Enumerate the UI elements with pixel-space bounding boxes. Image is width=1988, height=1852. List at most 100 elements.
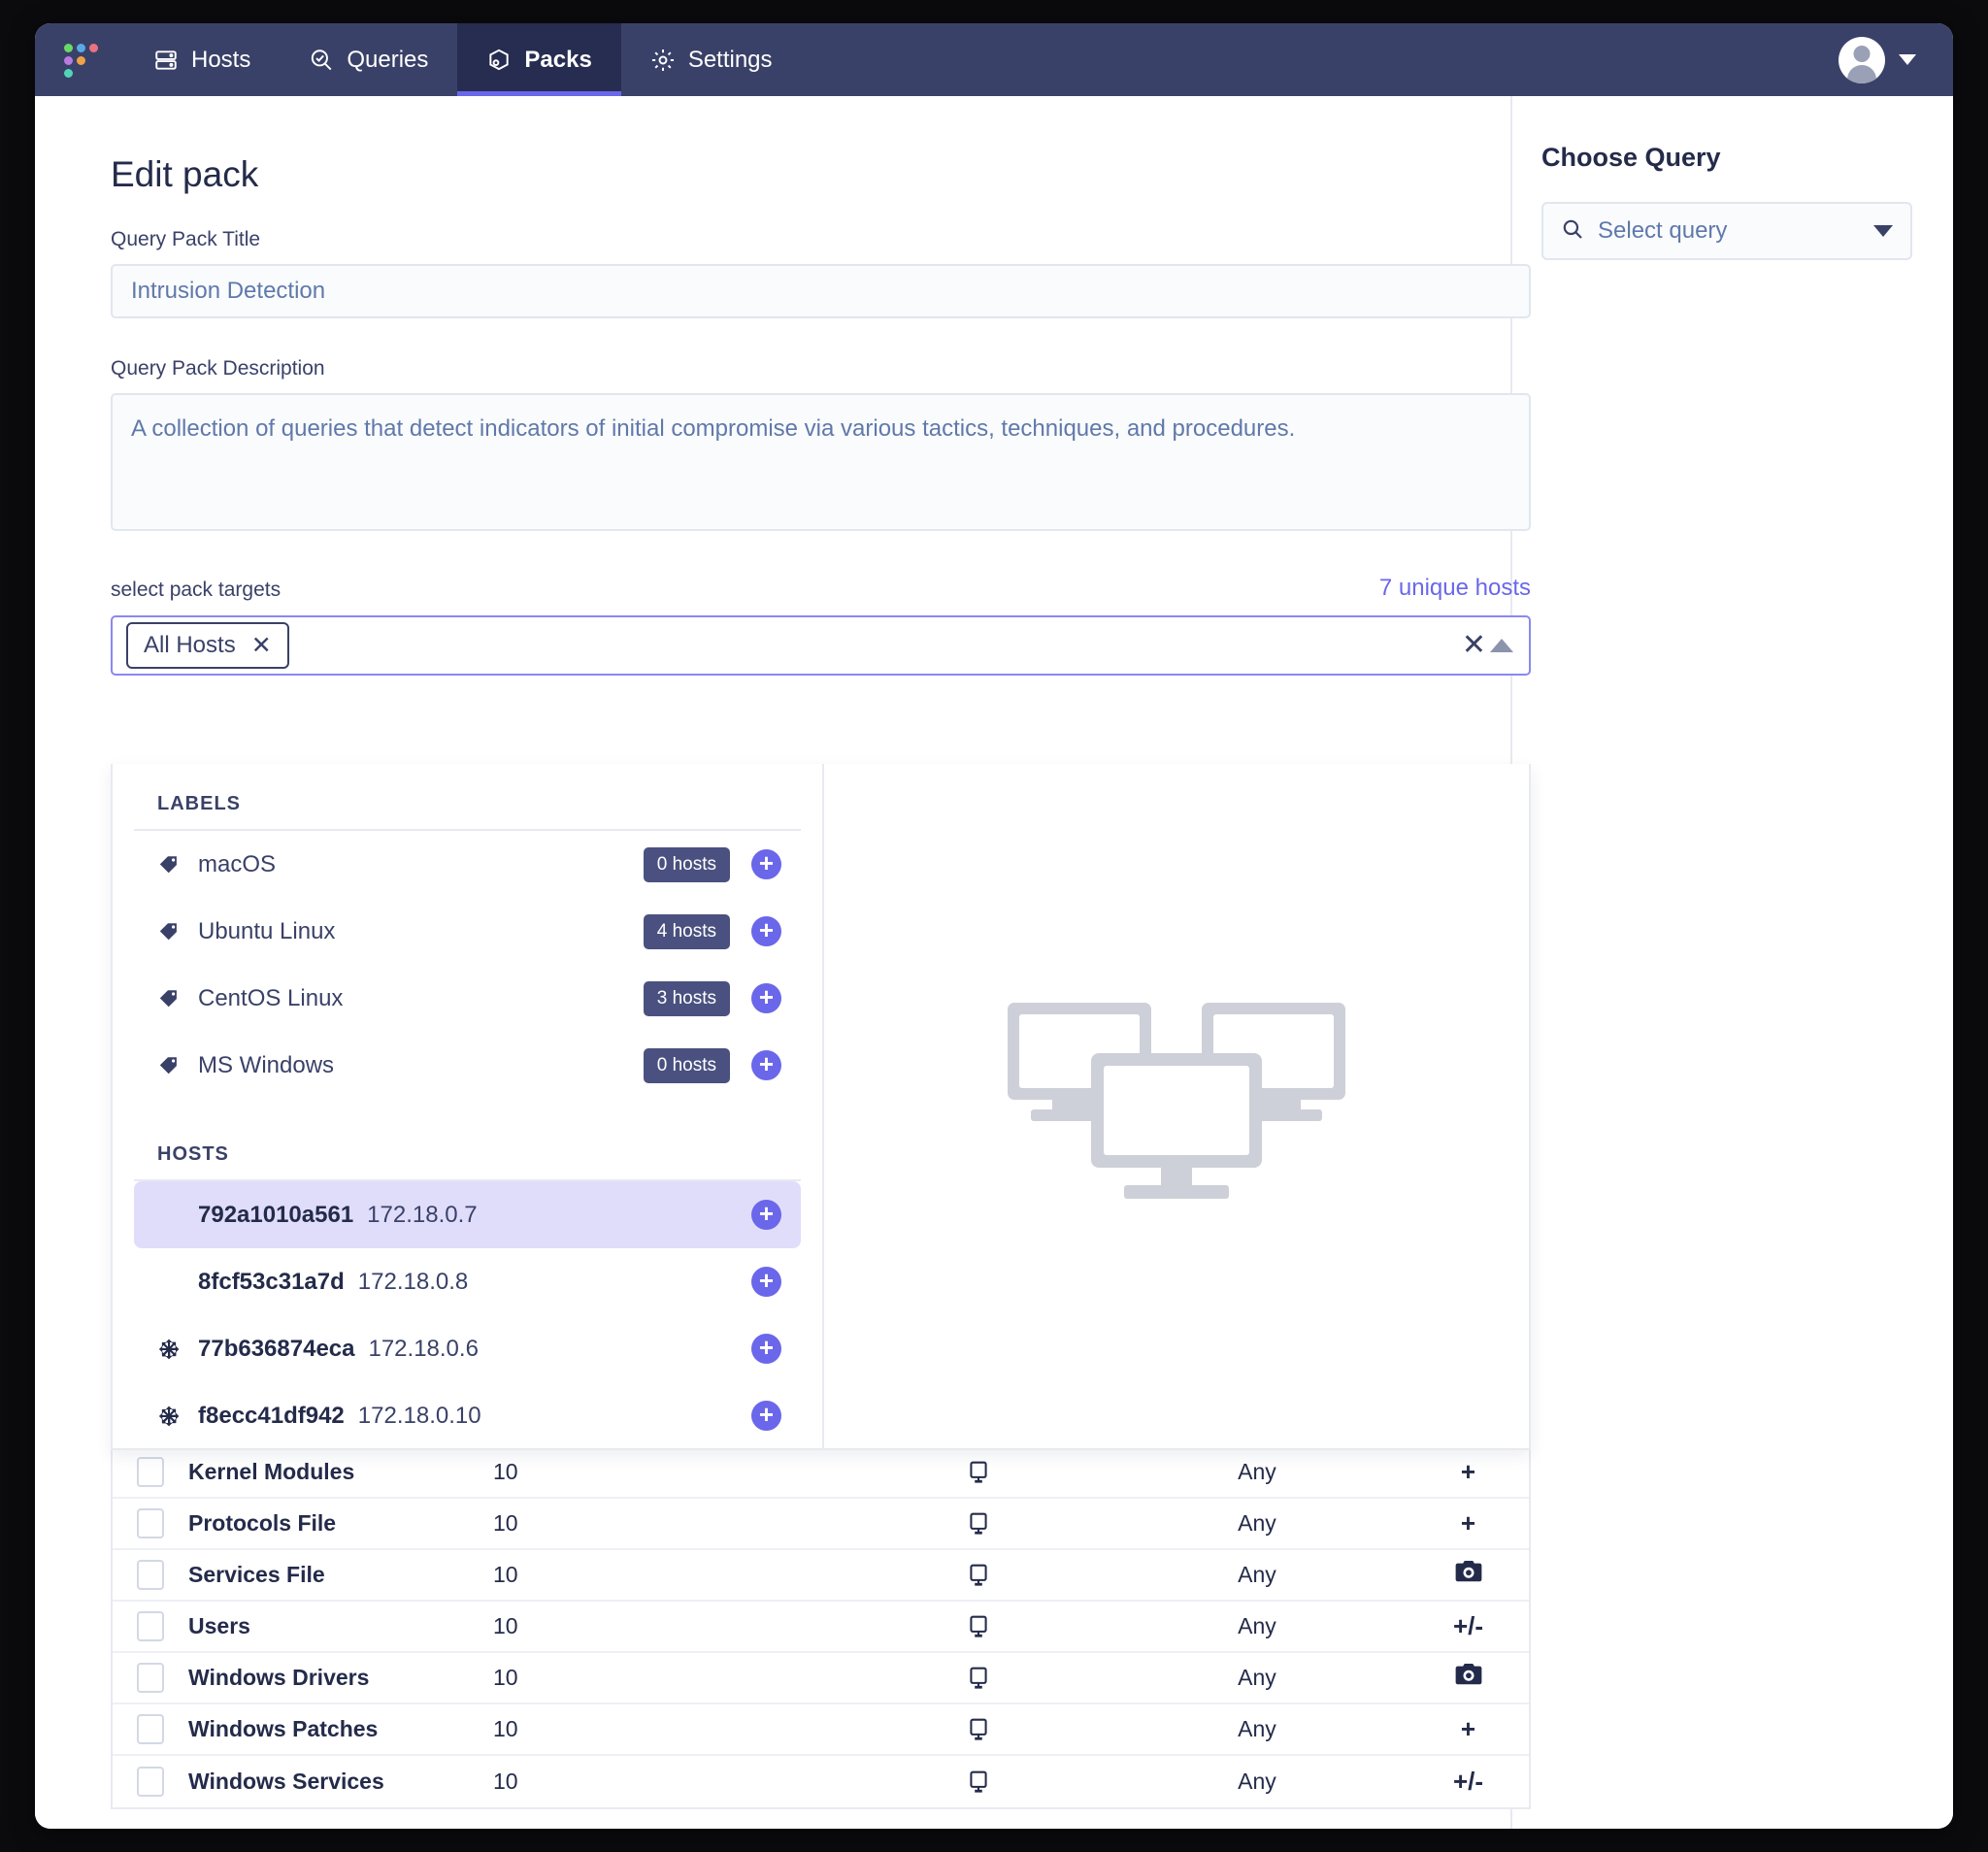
nav-item-queries[interactable]: Queries — [280, 23, 457, 96]
query-pack-title-input[interactable] — [111, 264, 1531, 318]
nav-item-packs[interactable]: Packs — [457, 23, 622, 96]
unique-hosts-count: 7 unique hosts — [1378, 575, 1531, 601]
label-host-count: 0 hosts — [643, 1047, 730, 1083]
host-row-77b636874eca[interactable]: 77b636874eca 172.18.0.6 + — [134, 1315, 801, 1382]
label-row-ms-windows[interactable]: MS Windows 0 hosts + — [134, 1032, 801, 1099]
query-name: Users — [188, 1613, 250, 1638]
row-checkbox[interactable] — [137, 1457, 164, 1487]
plus-circle-icon[interactable]: + — [751, 983, 781, 1013]
row-checkbox[interactable] — [137, 1611, 164, 1641]
chevron-down-icon[interactable] — [1899, 54, 1916, 65]
chevron-down-icon[interactable] — [1873, 225, 1893, 237]
query-version: Any — [1238, 1716, 1276, 1741]
label-host-count: 3 hosts — [643, 980, 730, 1016]
plus-circle-icon[interactable]: + — [751, 1267, 781, 1297]
chevron-up-icon[interactable] — [1490, 639, 1513, 652]
pack-targets-select[interactable]: All Hosts ✕ ✕ — [111, 615, 1531, 676]
query-interval: 10 — [493, 1459, 518, 1484]
table-row[interactable]: Users 10 Any +/- — [113, 1602, 1529, 1653]
table-row[interactable]: Windows Drivers 10 Any — [113, 1653, 1529, 1704]
plus-circle-icon[interactable]: + — [751, 1050, 781, 1080]
choose-query-sidebar: Choose Query Select query — [1510, 96, 1953, 1829]
label-row-centos-linux[interactable]: CentOS Linux 3 hosts + — [134, 965, 801, 1032]
label-row-macos[interactable]: macOS 0 hosts + — [134, 831, 801, 898]
row-checkbox-cell — [113, 1714, 188, 1744]
table-row[interactable]: Protocols File 10 Any + — [113, 1499, 1529, 1550]
table-row[interactable]: Kernel Modules 10 Any + — [113, 1447, 1529, 1499]
row-checkbox-cell — [113, 1457, 188, 1487]
host-row-8fcf53c31a7d[interactable]: 8fcf53c31a7d 172.18.0.8 + — [134, 1248, 801, 1315]
row-checkbox[interactable] — [137, 1767, 164, 1797]
desktop-icon — [850, 1717, 1107, 1742]
tag-icon — [157, 853, 190, 876]
table-row[interactable]: Windows Patches 10 Any + — [113, 1704, 1529, 1756]
nav-item-label: Packs — [524, 46, 592, 73]
select-query-dropdown[interactable]: Select query — [1541, 202, 1912, 260]
query-name: Windows Services — [188, 1769, 384, 1794]
query-version: Any — [1238, 1562, 1276, 1587]
page-title: Edit pack — [111, 154, 259, 194]
row-checkbox[interactable] — [137, 1663, 164, 1693]
centos-icon — [157, 1405, 190, 1428]
user-menu[interactable] — [1839, 23, 1953, 96]
pack-queries-table: Kernel Modules 10 Any + Protocols File 1… — [111, 1447, 1531, 1809]
row-checkbox-cell — [113, 1560, 188, 1590]
label-host-count: 4 hosts — [643, 913, 730, 949]
host-id: 792a1010a561 — [198, 1201, 354, 1228]
nav-item-label: Settings — [687, 46, 773, 73]
nav-item-hosts[interactable]: Hosts — [124, 23, 280, 96]
query-pack-description-field: Query Pack Description A collection of q… — [111, 357, 1531, 536]
app-logo[interactable] — [35, 23, 124, 96]
edit-pack-form: Edit pack Query Pack Title Query Pack De… — [35, 96, 1531, 676]
host-ip: 172.18.0.8 — [357, 1268, 469, 1295]
fleet-dots-logo-icon — [64, 43, 98, 78]
close-icon[interactable]: ✕ — [251, 633, 272, 658]
row-checkbox[interactable] — [137, 1508, 164, 1538]
host-id: f8ecc41df942 — [198, 1402, 345, 1429]
plus-circle-icon[interactable]: + — [751, 1200, 781, 1230]
table-row[interactable]: Windows Services 10 Any +/- — [113, 1756, 1529, 1807]
nav-item-label: Hosts — [191, 46, 251, 73]
main-column: Edit pack Query Pack Title Query Pack De… — [35, 96, 1531, 1829]
nav-item-settings[interactable]: Settings — [621, 23, 802, 96]
table-row[interactable]: Services File 10 Any — [113, 1550, 1529, 1602]
query-logging-mode[interactable]: + — [1408, 1457, 1529, 1487]
host-row-f8ecc41df942[interactable]: f8ecc41df942 172.18.0.10 + — [134, 1382, 801, 1448]
query-logging-mode[interactable]: +/- — [1408, 1767, 1529, 1797]
clear-all-icon[interactable]: ✕ — [1462, 631, 1486, 660]
query-logging-mode[interactable]: + — [1408, 1714, 1529, 1744]
server-icon — [153, 48, 179, 73]
plus-circle-icon[interactable]: + — [751, 849, 781, 879]
label-name: MS Windows — [198, 1051, 335, 1078]
hosts-section-header: HOSTS — [134, 1143, 801, 1181]
query-interval: 10 — [493, 1562, 518, 1587]
label-row-ubuntu-linux[interactable]: Ubuntu Linux 4 hosts + — [134, 898, 801, 965]
avatar[interactable] — [1839, 36, 1885, 83]
plus-circle-icon[interactable]: + — [751, 916, 781, 946]
top-navigation-bar: Hosts Queries Packs Settings — [35, 23, 1953, 96]
choose-query-title: Choose Query — [1541, 143, 1721, 172]
row-checkbox-cell — [113, 1611, 188, 1641]
target-chip-all-hosts[interactable]: All Hosts ✕ — [126, 622, 289, 669]
query-logging-mode[interactable]: + — [1408, 1508, 1529, 1538]
camera-icon[interactable] — [1408, 1662, 1529, 1694]
query-version: Any — [1238, 1613, 1276, 1638]
targets-dropdown-panel: LABELS macOS 0 hosts + Ubuntu Linux 4 ho… — [111, 764, 1531, 1450]
host-ip: 172.18.0.10 — [357, 1402, 481, 1429]
desktop-icon — [850, 1666, 1107, 1691]
target-box-actions: ✕ — [1462, 631, 1513, 660]
monitors-illustration-icon — [1002, 997, 1351, 1215]
plus-circle-icon[interactable]: + — [751, 1334, 781, 1364]
query-interval: 10 — [493, 1769, 518, 1794]
row-checkbox-cell — [113, 1663, 188, 1693]
page-body: Edit pack Query Pack Title Query Pack De… — [35, 96, 1953, 1829]
row-checkbox[interactable] — [137, 1560, 164, 1590]
query-pack-description-textarea[interactable]: A collection of queries that detect indi… — [111, 393, 1531, 531]
camera-icon[interactable] — [1408, 1559, 1529, 1591]
query-pack-description-label: Query Pack Description — [111, 357, 325, 380]
host-ip: 172.18.0.7 — [367, 1201, 478, 1228]
query-logging-mode[interactable]: +/- — [1408, 1611, 1529, 1641]
host-row-792a1010a561[interactable]: 792a1010a561 172.18.0.7 + — [134, 1181, 801, 1248]
plus-circle-icon[interactable]: + — [751, 1401, 781, 1431]
row-checkbox[interactable] — [137, 1714, 164, 1744]
